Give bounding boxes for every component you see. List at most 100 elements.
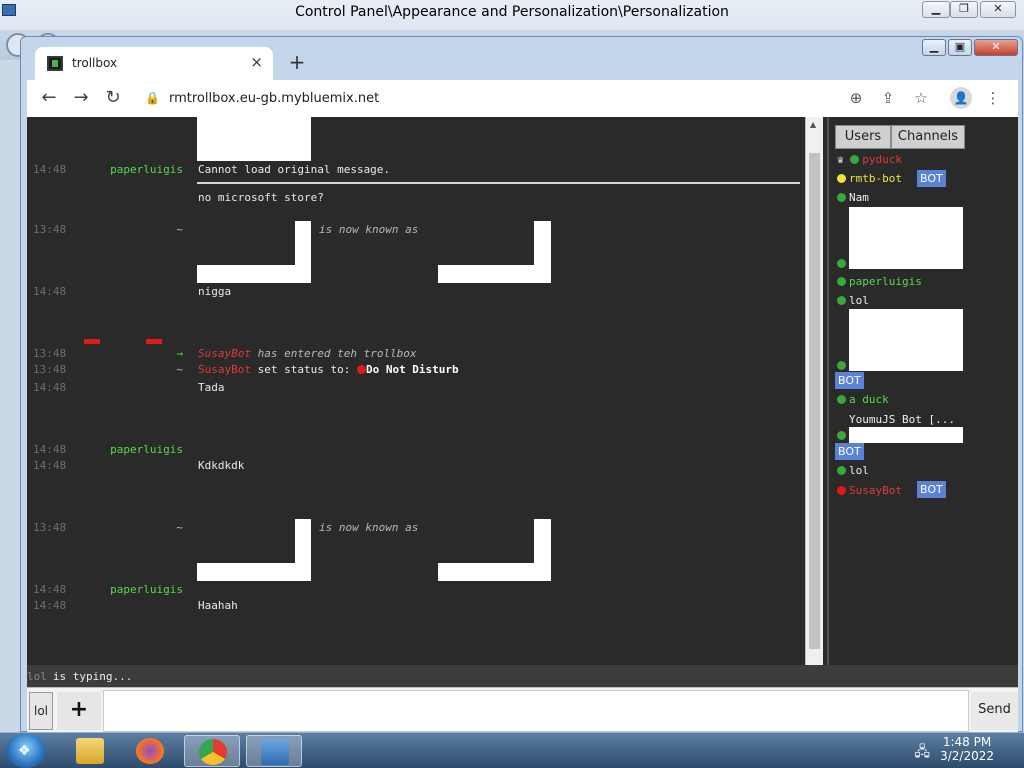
message-text: nigga	[198, 285, 232, 298]
online-icon	[837, 466, 846, 475]
user-entry[interactable]: paperluigis	[837, 275, 922, 289]
bot-badge: BOT	[835, 372, 864, 389]
join-arrow-icon: →	[176, 347, 183, 360]
redacted-image	[197, 117, 311, 161]
user-entry[interactable]	[837, 359, 849, 373]
online-icon	[837, 193, 846, 202]
user-name: Nam	[849, 191, 869, 204]
chat-scrollbar[interactable]: ▲	[805, 117, 823, 665]
scroll-up-icon[interactable]: ▲	[810, 120, 816, 129]
bot-badge: BOT	[917, 170, 946, 187]
attach-plus-button[interactable]: +	[57, 692, 101, 730]
tab-channels[interactable]: Channels	[891, 125, 965, 149]
bot-badge: BOT	[835, 443, 864, 460]
bg-minimize-button[interactable]: ▁	[922, 1, 950, 18]
forward-icon[interactable]: →	[69, 87, 93, 111]
message-nick[interactable]: paperluigis	[110, 163, 183, 176]
message-nick[interactable]: paperluigis	[110, 443, 183, 456]
chrome-taskbar-button[interactable]	[184, 735, 240, 767]
clock[interactable]: 1:48 PM 3/2/2022	[940, 735, 994, 763]
profile-icon[interactable]: 👤	[950, 87, 972, 109]
clock-time: 1:48 PM	[942, 735, 992, 749]
online-icon	[837, 296, 846, 305]
control-panel-taskbar-button[interactable]	[246, 735, 302, 767]
user-entry[interactable]: rmtb-bot	[837, 172, 902, 186]
url-text[interactable]: rmtrollbox.eu-gb.mybluemix.net	[169, 91, 379, 106]
idle-icon	[837, 174, 846, 183]
user-sidebar: Users Channels ♛ pyduck rmtb-bot BOT Nam…	[827, 117, 1018, 665]
message-input[interactable]	[103, 690, 969, 732]
tab-close-icon[interactable]: ×	[250, 53, 263, 71]
user-entry[interactable]	[837, 257, 849, 271]
user-name: lol	[849, 464, 869, 477]
address-bar[interactable]: 🔒 rmtrollbox.eu-gb.mybluemix.net	[139, 85, 869, 113]
chat-message: 14:48 Kdkdkdk	[27, 459, 805, 473]
chat-message: 14:48 nigga	[27, 285, 805, 299]
explorer-taskbar-button[interactable]	[62, 735, 118, 767]
typing-user: lol	[27, 670, 47, 683]
message-text: has entered teh trollbox	[257, 347, 417, 360]
user-name: SusayBot	[849, 484, 902, 497]
firefox-taskbar-button[interactable]	[122, 735, 178, 767]
nick-button[interactable]: lol	[29, 692, 53, 730]
control-panel-icon	[261, 739, 289, 765]
message-time: 14:48	[33, 163, 67, 176]
close-button[interactable]: ✕	[974, 39, 1018, 56]
background-window-titlebar: Control Panel\Appearance and Personaliza…	[0, 0, 1024, 30]
browser-window: ▁ ▣ ✕ trollbox × + ← → ↻ 🔒 rmtrollbox.eu…	[20, 36, 1023, 733]
maximize-button[interactable]: ▣	[948, 39, 972, 56]
message-text: set status to:	[257, 363, 351, 376]
back-icon[interactable]: ←	[37, 87, 61, 111]
start-button[interactable]: ❖	[6, 734, 46, 768]
menu-icon[interactable]: ⋮	[982, 87, 1004, 109]
user-entry[interactable]: lol	[837, 294, 869, 308]
typing-text: is typing...	[52, 670, 133, 683]
share-icon[interactable]: ⇪	[877, 87, 899, 109]
firefox-icon	[136, 738, 164, 764]
user-name: a duck	[849, 393, 889, 406]
user-entry[interactable]	[837, 429, 849, 443]
online-icon	[837, 259, 846, 268]
chat-log[interactable]: 14:48 paperluigis Cannot load original m…	[27, 117, 805, 665]
redacted-image	[849, 251, 963, 269]
message-user[interactable]: SusayBot	[198, 363, 251, 376]
message-time: 13:48	[33, 521, 67, 534]
zoom-icon[interactable]: ⊕	[845, 87, 867, 109]
online-icon	[837, 431, 846, 440]
send-button[interactable]: Send	[971, 692, 1018, 730]
user-entry[interactable]: a duck	[837, 393, 889, 407]
user-entry[interactable]: YoumuJS Bot [...	[849, 413, 955, 427]
message-time: 14:48	[33, 599, 67, 612]
network-icon[interactable]: 🖧	[914, 741, 930, 765]
message-text: is now known as	[319, 521, 419, 534]
message-user[interactable]: SusayBot	[198, 347, 251, 360]
user-entry[interactable]: lol	[837, 464, 869, 478]
chat-message: 13:48 ~ is now known as	[27, 521, 805, 535]
new-tab-button[interactable]: +	[284, 50, 310, 76]
chat-message: 13:48 ~ SusayBot set status to: Do Not D…	[27, 363, 805, 377]
chat-message: 13:48 → SusayBot has entered teh trollbo…	[27, 347, 805, 361]
bookmark-star-icon[interactable]: ☆	[910, 87, 932, 109]
lock-icon[interactable]: 🔒	[145, 91, 160, 105]
message-divider	[197, 182, 800, 184]
user-entry[interactable]: SusayBot	[837, 484, 902, 498]
tab-trollbox[interactable]: trollbox ×	[35, 47, 273, 80]
user-entry[interactable]: Nam	[837, 191, 869, 205]
bg-maximize-button[interactable]: ❐	[950, 1, 978, 18]
message-time: 14:48	[33, 583, 67, 596]
message-nick[interactable]: paperluigis	[110, 583, 183, 596]
reload-icon[interactable]: ↻	[101, 87, 125, 111]
tab-users[interactable]: Users	[835, 125, 891, 149]
minimize-button[interactable]: ▁	[922, 39, 946, 56]
message-time: 13:48	[33, 363, 67, 376]
red-marker	[146, 339, 162, 344]
message-time: 14:48	[33, 459, 67, 472]
dnd-status-icon	[356, 365, 366, 374]
user-entry[interactable]: ♛ pyduck	[837, 153, 902, 167]
bg-close-button[interactable]: ✕	[980, 1, 1016, 18]
message-text: Haahah	[198, 599, 238, 612]
message-input-bar: lol + Send	[27, 687, 1018, 733]
scrollbar-thumb[interactable]	[809, 153, 820, 649]
background-window-title: Control Panel\Appearance and Personaliza…	[295, 4, 729, 20]
crown-icon: ♛	[837, 153, 844, 166]
